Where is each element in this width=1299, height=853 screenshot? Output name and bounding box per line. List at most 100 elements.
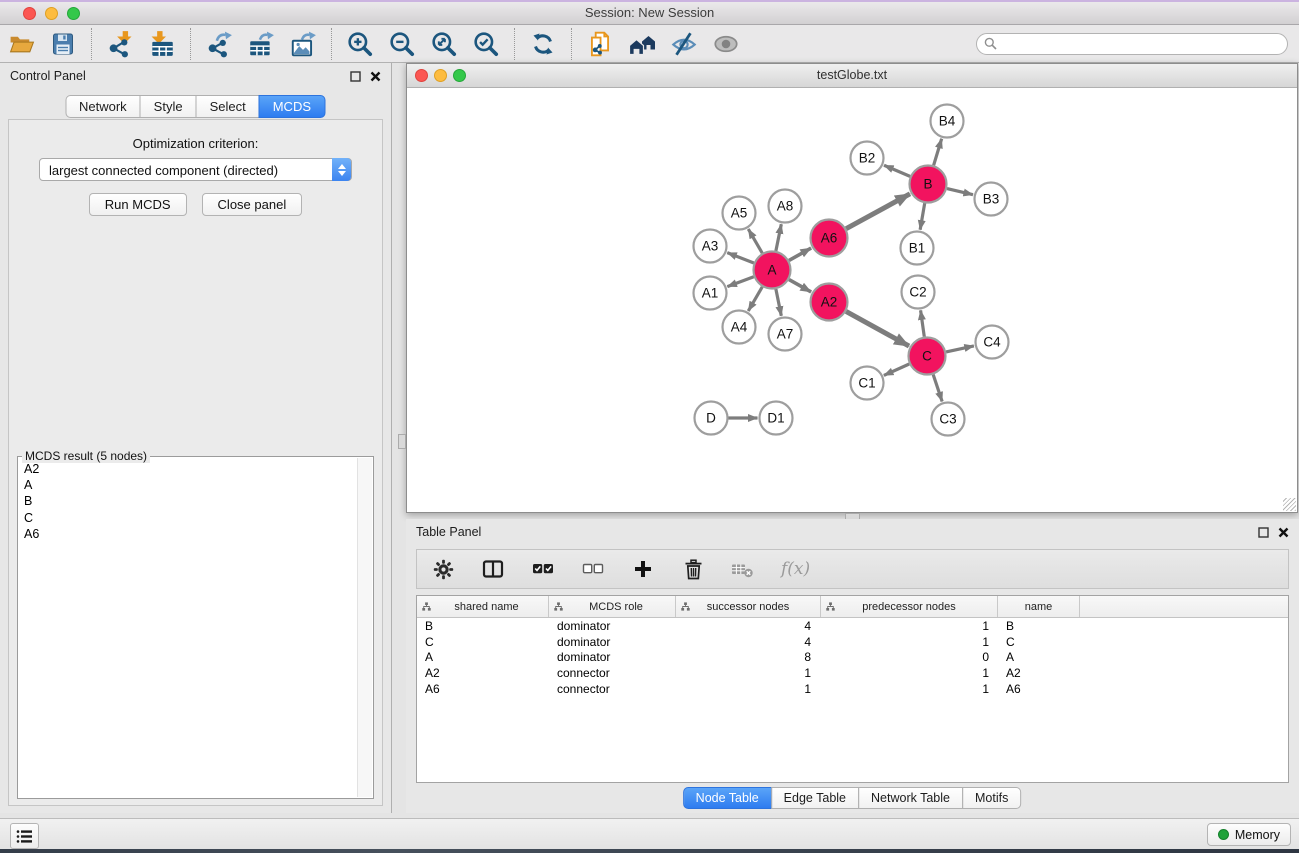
- column-header-shared-name[interactable]: shared name: [417, 596, 549, 617]
- create-column-button[interactable]: [631, 557, 655, 581]
- apply-layout-button[interactable]: [527, 28, 559, 60]
- close-panel-icon[interactable]: [370, 71, 381, 82]
- edge-C-C1[interactable]: [884, 364, 909, 375]
- new-network-from-selection-button[interactable]: [584, 28, 616, 60]
- deselect-all-button[interactable]: [581, 557, 605, 581]
- tab-motifs[interactable]: Motifs: [962, 787, 1021, 809]
- table-row[interactable]: C dominator 4 1 C: [417, 634, 1288, 650]
- import-network-button[interactable]: [104, 28, 136, 60]
- destroy-table-button[interactable]: [731, 557, 755, 581]
- edge-B-B1[interactable]: [920, 203, 925, 230]
- zoom-in-button[interactable]: [344, 28, 376, 60]
- close-panel-button[interactable]: Close panel: [202, 193, 303, 216]
- tab-select[interactable]: Select: [196, 95, 260, 118]
- edge-A-A6[interactable]: [789, 248, 811, 260]
- run-mcds-button[interactable]: Run MCDS: [89, 193, 187, 216]
- task-history-button[interactable]: [10, 823, 39, 849]
- close-panel-icon[interactable]: [1278, 527, 1289, 538]
- result-scrollbar[interactable]: [357, 458, 372, 797]
- edge-A-A2[interactable]: [789, 280, 811, 292]
- function-builder-button[interactable]: f(x): [781, 557, 810, 581]
- column-type-icon: [554, 602, 563, 611]
- toolbar-separator: [514, 28, 515, 60]
- status-bar: Memory: [0, 818, 1299, 849]
- result-item[interactable]: B: [24, 493, 357, 509]
- tab-mcds[interactable]: MCDS: [259, 95, 325, 118]
- delete-table-icon: [731, 561, 755, 578]
- float-panel-icon[interactable]: [1258, 527, 1269, 538]
- tab-node-table[interactable]: Node Table: [683, 787, 772, 809]
- tab-style[interactable]: Style: [140, 95, 197, 118]
- edge-A-A1[interactable]: [727, 277, 753, 287]
- edge-C-C4[interactable]: [946, 346, 974, 352]
- toggle-column-view-button[interactable]: [481, 557, 505, 581]
- edge-C-C2[interactable]: [921, 310, 925, 336]
- memory-button[interactable]: Memory: [1207, 823, 1291, 846]
- table-row[interactable]: A2 connector 1 1 A2: [417, 665, 1288, 681]
- node-label-C3: C3: [939, 412, 956, 427]
- select-all-button[interactable]: [531, 557, 555, 581]
- zoom-fit-icon: [430, 30, 458, 58]
- edge-A-A5[interactable]: [748, 229, 762, 253]
- edge-A-A4[interactable]: [748, 287, 762, 311]
- zoom-in-icon: [346, 30, 374, 58]
- column-header-mcds-role[interactable]: MCDS role: [549, 596, 676, 617]
- search-input[interactable]: [976, 33, 1288, 55]
- edge-B-B4[interactable]: [934, 139, 942, 166]
- edge-A-A3[interactable]: [727, 253, 754, 263]
- edge-C-C3[interactable]: [933, 374, 942, 401]
- edge-B-B3[interactable]: [947, 189, 973, 195]
- result-item[interactable]: A6: [24, 526, 357, 542]
- node-label-A7: A7: [777, 327, 794, 342]
- node-label-A6: A6: [821, 231, 838, 246]
- node-label-D: D: [706, 411, 716, 426]
- save-session-button[interactable]: [47, 28, 79, 60]
- window-titlebar[interactable]: Session: New Session: [0, 2, 1299, 25]
- table-row[interactable]: A dominator 8 0 A: [417, 650, 1288, 666]
- optimization-criterion-label: Optimization criterion:: [9, 136, 382, 151]
- network-window-titlebar[interactable]: testGlobe.txt: [407, 64, 1297, 88]
- zoom-fit-button[interactable]: [428, 28, 460, 60]
- export-table-button[interactable]: [245, 28, 277, 60]
- table-row[interactable]: B dominator 4 1 B: [417, 618, 1288, 634]
- edge-A2-C[interactable]: [846, 311, 909, 346]
- vertical-splitter-grip[interactable]: [398, 434, 406, 449]
- optimization-criterion-select[interactable]: largest connected component (directed): [39, 158, 352, 181]
- edge-A-A7[interactable]: [776, 289, 781, 316]
- column-header-successor-nodes[interactable]: successor nodes: [676, 596, 821, 617]
- zoom-selected-button[interactable]: [470, 28, 502, 60]
- result-item[interactable]: A: [24, 477, 357, 493]
- column-header-name[interactable]: name: [998, 596, 1080, 617]
- node-label-A: A: [767, 263, 776, 278]
- edge-A-A8[interactable]: [776, 224, 781, 251]
- cybrowser-home-button[interactable]: [626, 28, 658, 60]
- export-network-icon: [205, 30, 233, 58]
- export-network-button[interactable]: [203, 28, 235, 60]
- open-session-button[interactable]: [5, 28, 37, 60]
- window-resize-grip[interactable]: [1283, 498, 1296, 511]
- export-image-button[interactable]: [287, 28, 319, 60]
- zoom-out-button[interactable]: [386, 28, 418, 60]
- tab-network[interactable]: Network: [65, 95, 141, 118]
- import-table-button[interactable]: [146, 28, 178, 60]
- result-item[interactable]: C: [24, 510, 357, 526]
- result-item[interactable]: A2: [24, 461, 357, 477]
- edge-B-B2[interactable]: [884, 165, 910, 176]
- edge-A6-B[interactable]: [846, 194, 910, 229]
- table-panel-tabs: Node Table Edge Table Network Table Moti…: [684, 787, 1022, 809]
- tab-edge-table[interactable]: Edge Table: [771, 787, 859, 809]
- toolbar-separator: [190, 28, 191, 60]
- node-label-B2: B2: [859, 151, 876, 166]
- tab-network-table[interactable]: Network Table: [858, 787, 963, 809]
- show-graphics-details-button[interactable]: [710, 28, 742, 60]
- column-header-predecessor-nodes[interactable]: predecessor nodes: [821, 596, 998, 617]
- delete-column-button[interactable]: [681, 557, 705, 581]
- float-panel-icon[interactable]: [350, 71, 361, 82]
- node-label-B3: B3: [983, 192, 1000, 207]
- node-label-A8: A8: [777, 199, 794, 214]
- network-canvas[interactable]: B4B2BB3A8A5A6A3B1AC2A1A2A4A7C4CC1C3DD1: [407, 88, 1297, 512]
- mcds-result-list[interactable]: A2 A B C A6: [19, 458, 357, 797]
- table-settings-button[interactable]: [431, 557, 455, 581]
- table-row[interactable]: A6 connector 1 1 A6: [417, 681, 1288, 697]
- hide-graphics-details-button[interactable]: [668, 28, 700, 60]
